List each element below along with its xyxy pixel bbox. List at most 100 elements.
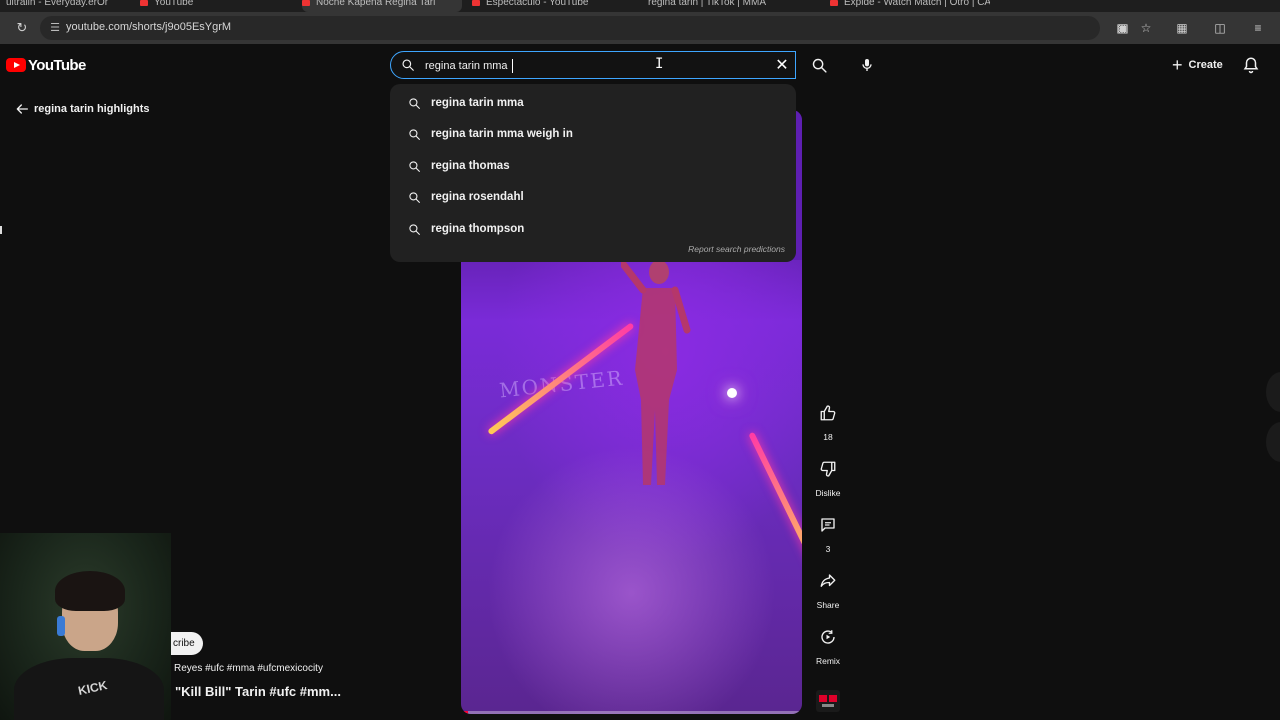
search-icon <box>409 160 420 172</box>
voice-search-button[interactable] <box>853 51 881 79</box>
search-icon <box>409 191 420 203</box>
microphone-icon <box>862 59 872 71</box>
comment-button[interactable] <box>812 509 844 541</box>
search-button[interactable] <box>805 51 833 79</box>
edge-marker <box>0 226 2 234</box>
thumbs-up-icon <box>820 405 836 421</box>
share-label: Share <box>816 600 840 610</box>
youtube-logo-icon <box>6 58 26 72</box>
youtube-favicon-icon <box>830 0 838 6</box>
youtube-favicon-icon <box>472 0 480 6</box>
search-suggestions: regina tarin mma regina tarin mma weigh … <box>390 84 796 262</box>
webcam-overlay: KICK <box>0 533 171 720</box>
suggestion-text: regina tarin mma weigh in <box>431 128 573 140</box>
comment-action[interactable]: 3 <box>812 509 844 554</box>
stage-light-right <box>748 431 802 579</box>
search-box[interactable]: ✕ <box>390 51 796 79</box>
suggestion-text: regina thomas <box>431 160 510 172</box>
reload-icon[interactable]: ↻ <box>14 20 30 36</box>
logo-text: YouTube <box>28 56 86 74</box>
share-button[interactable] <box>812 565 844 597</box>
split-view-icon[interactable]: ◫ <box>1212 20 1228 36</box>
plus-icon: + <box>1172 54 1183 75</box>
tab-title: Noche Kapena Regina Tari <box>316 0 436 8</box>
clear-search-icon[interactable]: ✕ <box>771 55 793 77</box>
text-caret <box>512 59 513 73</box>
text-cursor-icon: I <box>655 56 664 72</box>
youtube-logo[interactable]: YouTube <box>6 56 86 74</box>
video-title[interactable]: "Kill Bill" Tarin #ufc #mm... <box>175 684 341 699</box>
tab-title: Espectaculo - YouTube <box>486 0 589 8</box>
browser-tab[interactable]: Espectaculo - YouTube <box>472 0 632 12</box>
search-input[interactable] <box>425 57 765 75</box>
back-title: regina tarin highlights <box>34 103 150 115</box>
search-icon <box>402 59 414 71</box>
suggestion-text: regina rosendahl <box>431 191 524 203</box>
dislike-button[interactable] <box>812 453 844 485</box>
cast-icon[interactable]: ▩ <box>1114 20 1130 36</box>
suggestion-text: regina thompson <box>431 223 525 235</box>
report-predictions-link[interactable]: Report search predictions <box>688 244 785 254</box>
video-progress-fill <box>461 711 468 714</box>
tab-title: ultralin - Everyday.erOr <box>6 0 109 8</box>
remix-icon <box>821 630 835 644</box>
search-icon <box>409 97 420 109</box>
remix-action[interactable]: Remix <box>812 621 844 666</box>
tab-title: YouTube <box>154 0 194 8</box>
browser-tab[interactable]: YouTube <box>140 0 290 12</box>
stage-light-dot <box>727 388 737 398</box>
search-icon <box>409 223 420 235</box>
suggestion-item[interactable]: regina thomas <box>390 151 796 181</box>
address-bar[interactable]: ☰ youtube.com/shorts/j9o05EsYgrM ▣ <box>40 16 1129 40</box>
youtube-favicon-icon <box>302 0 310 6</box>
like-count: 18 <box>823 432 833 442</box>
comment-icon <box>821 518 835 532</box>
suggestion-item[interactable]: regina tarin mma weigh in <box>390 119 796 149</box>
dislike-label: Dislike <box>815 488 841 498</box>
back-to-results[interactable]: regina tarin highlights <box>14 100 150 118</box>
address-url[interactable]: youtube.com/shorts/j9o05EsYgrM <box>66 21 231 33</box>
youtube-favicon-icon <box>140 0 148 6</box>
dislike-action[interactable]: Dislike <box>812 453 844 498</box>
tab-title: regina tarin | TikTok | MMA <box>648 0 767 8</box>
monster-banner-text: MONSTER <box>498 365 625 403</box>
tab-title: Expide - Watch Match | Otro | CAT <box>844 0 990 8</box>
nav-next-button[interactable] <box>1266 422 1280 462</box>
reading-list-icon[interactable]: ≡ <box>1250 20 1266 36</box>
comment-count: 3 <box>825 544 831 554</box>
browser-toolbar: ↻ ☰ youtube.com/shorts/j9o05EsYgrM ▣ ▩ ☆… <box>0 12 1280 44</box>
browser-tab-strip: ultralin - Everyday.erOr YouTube Noche K… <box>0 0 1280 12</box>
share-action[interactable]: Share <box>812 565 844 610</box>
suggestion-item[interactable]: regina thompson <box>390 214 796 244</box>
remix-button[interactable] <box>812 621 844 653</box>
fighter-silhouette <box>621 260 691 485</box>
youtube-header: YouTube ✕ + Create <box>0 44 1280 86</box>
search-icon <box>409 128 420 140</box>
suggestion-text: regina tarin mma <box>431 97 524 109</box>
video-progress-bar[interactable] <box>461 711 802 714</box>
site-info-icon[interactable]: ☰ <box>48 21 62 35</box>
video-description[interactable]: Reyes #ufc #mma #ufcmexicocity <box>174 663 323 674</box>
nav-previous-button[interactable] <box>1266 372 1280 412</box>
like-action[interactable]: 18 <box>812 397 844 442</box>
browser-tab[interactable]: ultralin - Everyday.erOr <box>6 0 126 12</box>
share-icon <box>820 574 836 587</box>
subscribe-button[interactable]: cribe <box>171 632 203 655</box>
suggestion-item[interactable]: regina rosendahl <box>390 182 796 212</box>
browser-tab[interactable]: regina tarin | TikTok | MMA <box>648 0 818 12</box>
channel-avatar[interactable] <box>816 690 840 712</box>
create-label: Create <box>1188 59 1223 71</box>
create-button[interactable]: + Create <box>1162 52 1230 78</box>
like-button[interactable] <box>812 397 844 429</box>
thumbs-down-icon <box>820 461 836 477</box>
bookmark-star-icon[interactable]: ☆ <box>1138 20 1154 36</box>
bell-icon[interactable] <box>1242 56 1260 74</box>
browser-tab-active[interactable]: Noche Kapena Regina Tari <box>302 0 462 12</box>
suggestion-item[interactable]: regina tarin mma <box>390 88 796 118</box>
extensions-icon[interactable]: ▦ <box>1174 20 1190 36</box>
arrow-left-icon <box>16 104 28 114</box>
streamer-hair <box>55 571 125 611</box>
browser-tab[interactable]: Expide - Watch Match | Otro | CAT <box>830 0 990 12</box>
search-icon <box>812 58 827 73</box>
channel-logo-icon <box>819 695 837 707</box>
